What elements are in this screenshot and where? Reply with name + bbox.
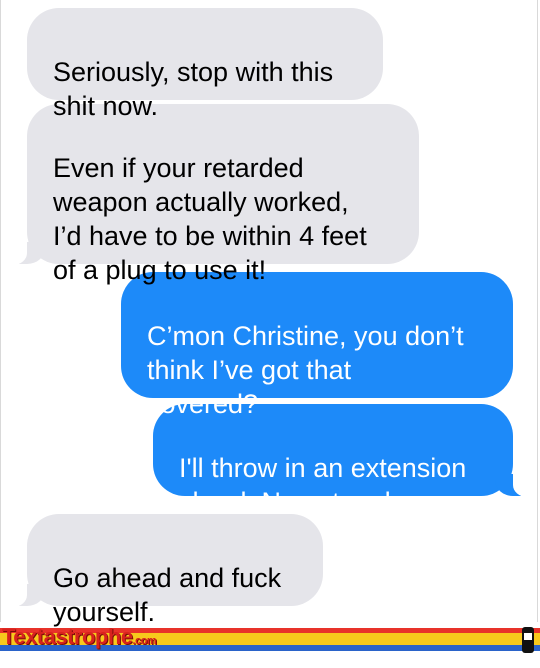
phone-icon (522, 627, 534, 653)
received-message-bubble: Seriously, stop with this shit now. (27, 8, 383, 121)
logo-main-text: Textastrophe (2, 624, 133, 649)
received-message-bubble: Go ahead and fuck yourself. (5, 514, 323, 627)
message-text: Even if your retarded weapon actually wo… (53, 153, 367, 285)
logo-suffix-text: .com (132, 635, 157, 647)
received-message-bubble: Even if your retarded weapon actually wo… (5, 104, 419, 285)
site-banner: Textastrophe.com (0, 622, 540, 668)
sent-message-bubble: C’mon Christine, you don’t think I’ve go… (121, 272, 513, 419)
message-text: I'll throw in an extension chord. No ext… (179, 453, 467, 517)
site-logo[interactable]: Textastrophe.com (2, 624, 157, 650)
message-text: Go ahead and fuck yourself. (53, 563, 282, 627)
conversation-view: Seriously, stop with this shit now. Even… (0, 0, 538, 627)
